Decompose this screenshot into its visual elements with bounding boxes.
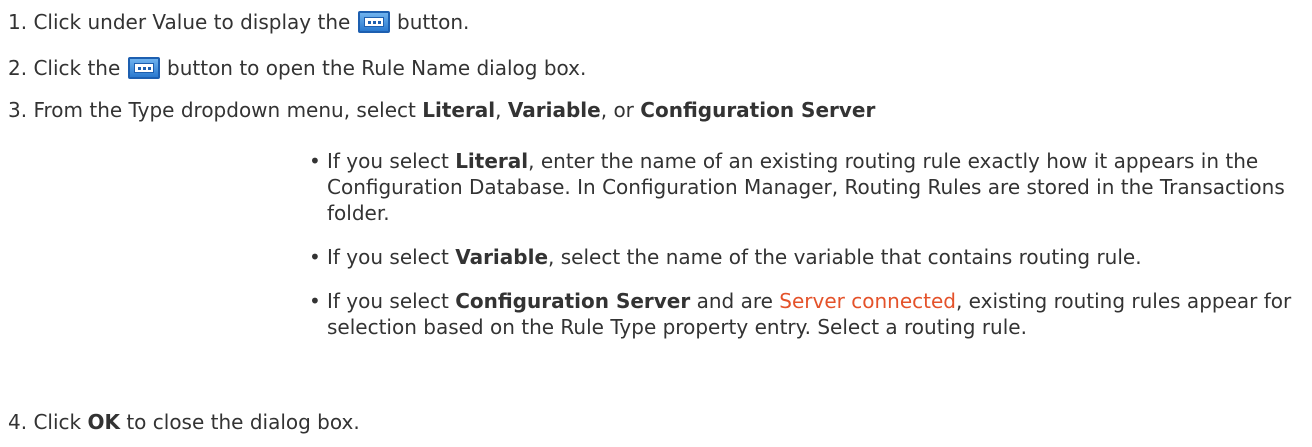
step-text: Click (33, 410, 82, 434)
step-number: 4. (8, 410, 28, 434)
bullet-variable: If you select Variable, select the name … (305, 244, 1305, 270)
step-text: From the Type dropdown menu, select (33, 98, 416, 122)
bullet-prefix: If you select (327, 245, 449, 269)
step-number: 2. (8, 56, 28, 80)
step-text: Click under Value to display the (33, 10, 351, 34)
bullet-prefix: If you select (327, 149, 449, 173)
option-variable: Variable (507, 98, 601, 122)
bullet-literal: If you select Literal, enter the name of… (305, 148, 1305, 226)
step-1: 1. Click under Value to display the butt… (8, 9, 469, 35)
option-literal: Literal (422, 98, 496, 122)
step-number: 3. (8, 98, 28, 122)
option-configuration-server: Configuration Server (640, 98, 876, 122)
ellipsis-button-icon (127, 57, 160, 79)
step-4: 4. Click OK to close the dialog box. (8, 409, 360, 435)
option-bullet-list: If you select Literal, enter the name of… (305, 148, 1305, 340)
bullet-middle: and are (696, 289, 773, 313)
ok-label: OK (87, 410, 120, 434)
step-text: button. (397, 10, 470, 34)
bullet-text: , select the name of the variable that c… (548, 245, 1142, 269)
bullet-configuration-server: If you select Configuration Server and a… (305, 288, 1305, 340)
bullet-bold: Configuration Server (455, 289, 691, 313)
server-connected-link[interactable]: Server connected (779, 289, 956, 313)
bullet-bold: Literal (455, 149, 529, 173)
step-text: to close the dialog box. (126, 410, 360, 434)
step-3: 3. From the Type dropdown menu, select L… (8, 97, 875, 123)
step-2: 2. Click the button to open the Rule Nam… (8, 55, 586, 81)
ellipsis-button-icon (357, 11, 390, 33)
bullet-prefix: If you select (327, 289, 449, 313)
bullet-bold: Variable (455, 245, 549, 269)
step-text: Click the (33, 56, 121, 80)
step-text: button to open the Rule Name dialog box. (167, 56, 587, 80)
separator: , (495, 98, 502, 122)
separator: , or (600, 98, 634, 122)
step-number: 1. (8, 10, 28, 34)
